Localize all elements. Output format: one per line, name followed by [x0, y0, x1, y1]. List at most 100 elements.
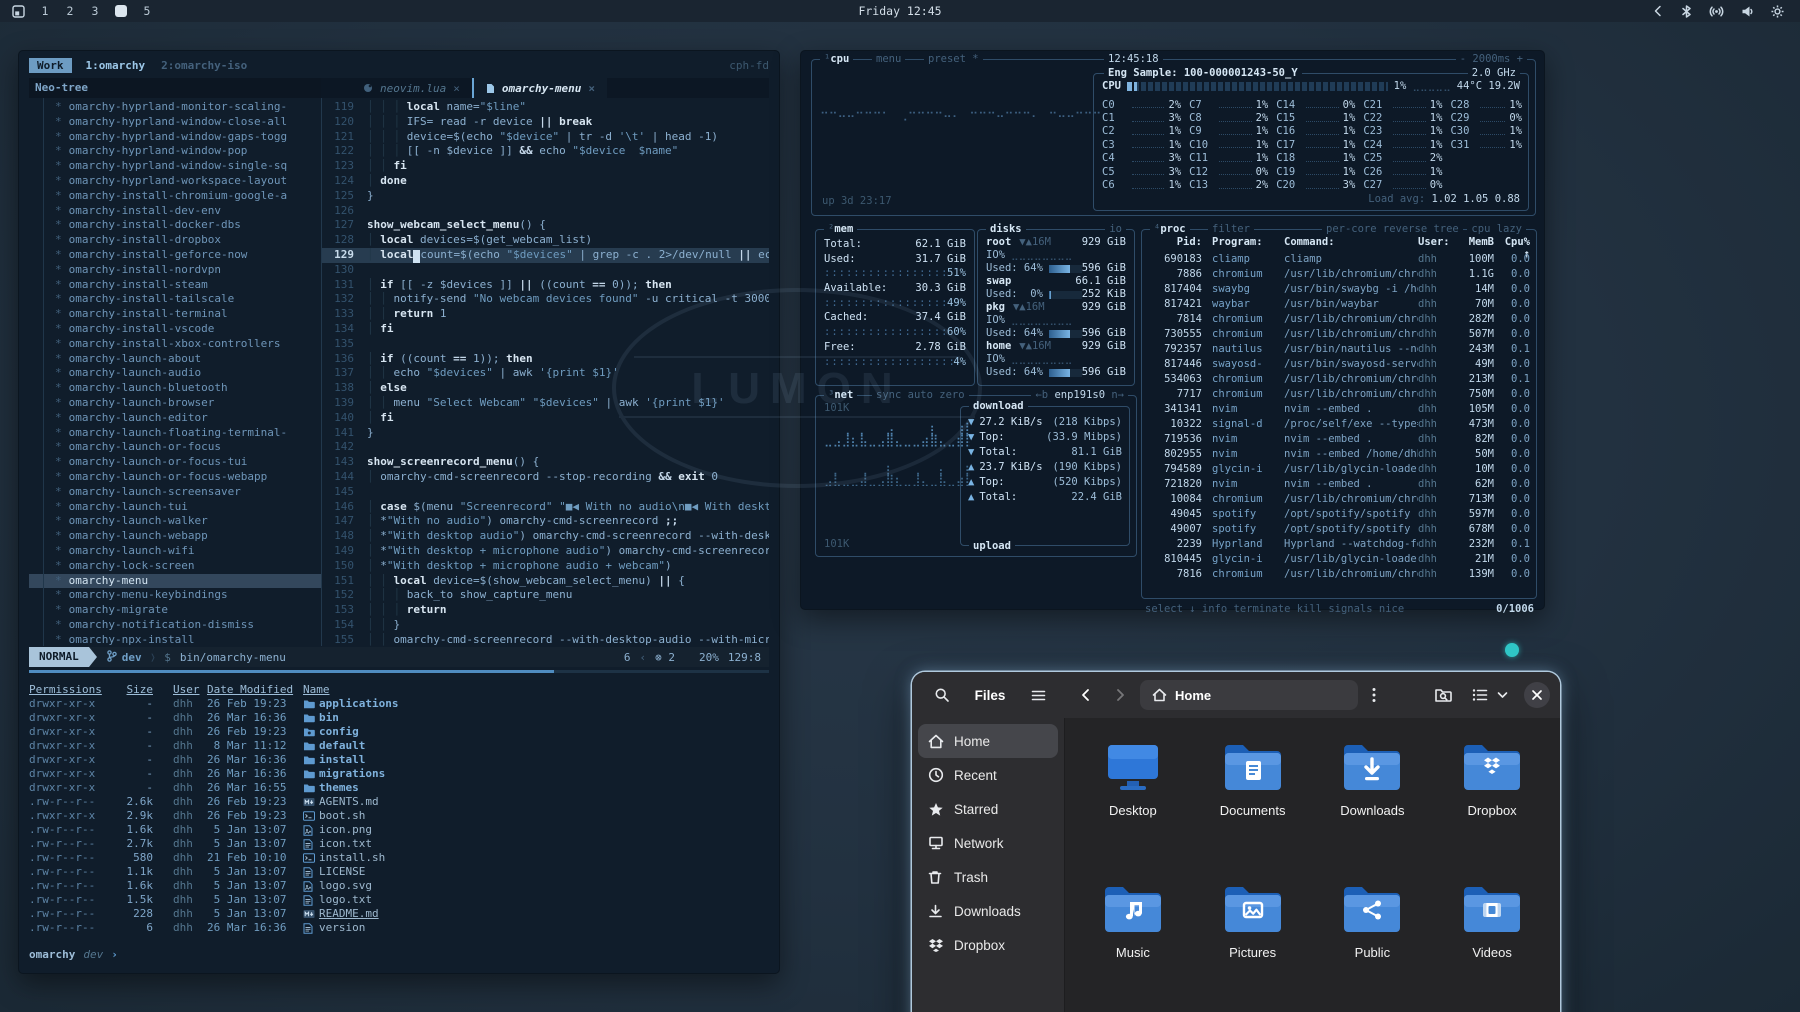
sidebar-item[interactable]: Trash [918, 860, 1058, 894]
process-row[interactable]: 802955 nvim nvim --embed /home/dhh dhh 5… [1150, 447, 1530, 462]
forward-button[interactable] [1106, 681, 1134, 709]
file-tree-item[interactable]: *omarchy-hyprland-window-gaps-togg [29, 130, 321, 145]
process-row[interactable]: 534063 chromium /usr/lib/chromium/chro d… [1150, 372, 1530, 387]
proc-option-buttons[interactable]: per-core reverse tree [1322, 223, 1463, 235]
wifi-icon[interactable] [1709, 5, 1724, 18]
search-icon[interactable] [928, 681, 956, 709]
editor-tab[interactable]: omarchy-menu × [472, 78, 607, 98]
file-tree-item[interactable]: *omarchy-launch-screensaver [29, 485, 321, 500]
process-row[interactable]: 10084 chromium /usr/lib/chromium/chro dh… [1150, 492, 1530, 507]
hamburger-icon[interactable] [1024, 681, 1052, 709]
grid-item[interactable]: Dropbox [1432, 728, 1552, 842]
process-row[interactable]: 792357 nautilus /usr/bin/nautilus --ne d… [1150, 342, 1530, 357]
file-tree-item[interactable]: *omarchy-install-steam [29, 278, 321, 293]
btop-action-hints[interactable]: select ↓ info terminate kill signals nic… [1145, 603, 1404, 615]
process-row[interactable]: 7816 chromium /usr/lib/chromium/chro dhh… [1150, 567, 1530, 582]
file-tree-item[interactable]: *omarchy-hyprland-monitor-scaling- [29, 100, 321, 115]
file-tree-item[interactable]: *omarchy-npx-install [29, 633, 321, 648]
tmux-window-tab[interactable]: 2:omarchy-iso [161, 59, 247, 72]
file-tree-item[interactable]: *omarchy-notification-dismiss [29, 618, 321, 633]
file-tree-item[interactable]: *omarchy-hyprland-window-pop [29, 144, 321, 159]
file-tree-item[interactable]: *omarchy-launch-browser [29, 396, 321, 411]
update-interval[interactable]: - 2000ms + [1456, 53, 1527, 65]
io-mode-button[interactable]: io [1105, 223, 1126, 235]
process-row[interactable]: 7717 chromium /usr/lib/chromium/chro dhh… [1150, 387, 1530, 402]
file-tree-item[interactable]: *omarchy-install-vscode [29, 322, 321, 337]
chevron-left-icon[interactable] [1652, 5, 1664, 17]
process-row[interactable]: 817404 swaybg /usr/bin/swaybg -i /ho dhh… [1150, 282, 1530, 297]
file-tree-item[interactable]: *omarchy-launch-audio [29, 366, 321, 381]
shell-prompt[interactable]: omarchy dev › [29, 948, 769, 961]
breadcrumb[interactable]: Home [1140, 680, 1358, 710]
grid-item[interactable]: Documents [1193, 728, 1313, 842]
sidebar-item[interactable]: Recent [918, 758, 1058, 792]
sidebar-item[interactable]: Downloads [918, 894, 1058, 928]
file-tree-item[interactable]: *omarchy-install-dev-env [29, 204, 321, 219]
file-tree-item[interactable]: *omarchy-launch-floating-terminal- [29, 426, 321, 441]
file-tree-item[interactable]: *omarchy-install-terminal [29, 307, 321, 322]
process-row[interactable]: 10322 signal-d /proc/self/exe --type= dh… [1150, 417, 1530, 432]
file-tree-item[interactable]: *omarchy-launch-tui [29, 500, 321, 515]
process-row[interactable]: 7814 chromium /usr/lib/chromium/chro dhh… [1150, 312, 1530, 327]
file-tree-item[interactable]: *omarchy-install-geforce-now [29, 248, 321, 263]
file-tree-item[interactable]: *omarchy-migrate [29, 603, 321, 618]
proc-filter-button[interactable]: filter [1208, 223, 1254, 235]
btop-preset-button[interactable]: preset * [924, 53, 983, 65]
net-option-buttons[interactable]: sync auto zero [872, 389, 969, 401]
process-row[interactable]: 341341 nvim nvim --embed . dhh 105M 0.0 [1150, 402, 1530, 417]
process-row[interactable]: 730555 chromium /usr/lib/chromium/chro d… [1150, 327, 1530, 342]
process-row[interactable]: 49045 spotify /opt/spotify/spotify - dhh… [1150, 507, 1530, 522]
sidebar-item[interactable]: Dropbox [918, 928, 1058, 962]
process-row[interactable]: 794589 glycin-i /usr/lib/glycin-loader d… [1150, 462, 1530, 477]
file-tree-item[interactable]: *omarchy-hyprland-window-close-all [29, 115, 321, 130]
process-row[interactable]: 690183 cliamp cliamp dhh 100M 0.0 [1150, 252, 1530, 267]
tab-close-icon[interactable]: × [453, 82, 460, 95]
pane-divider[interactable] [29, 670, 769, 673]
file-tree-item[interactable]: *omarchy-launch-walker [29, 514, 321, 529]
list-view-toggle[interactable] [1466, 681, 1494, 709]
grid-item[interactable]: Downloads [1313, 728, 1433, 842]
file-tree-item[interactable]: *omarchy-menu-keybindings [29, 588, 321, 603]
process-row[interactable]: 817421 waybar /usr/bin/waybar dhh 70M 0.… [1150, 297, 1530, 312]
file-tree-item[interactable]: *omarchy-hyprland-window-single-sq [29, 159, 321, 174]
file-tree-item[interactable]: *omarchy-launch-bluetooth [29, 381, 321, 396]
tmux-session-badge[interactable]: Work [29, 58, 72, 73]
file-tree-item[interactable]: *omarchy-install-tailscale [29, 292, 321, 307]
file-tree-item[interactable]: *omarchy-install-docker-dbs [29, 218, 321, 233]
back-button[interactable] [1072, 681, 1100, 709]
search-folder-icon[interactable] [1430, 681, 1458, 709]
file-tree-item[interactable]: *omarchy-launch-editor [29, 411, 321, 426]
process-row[interactable]: 810445 glycin-i /usr/lib/glycin-loader d… [1150, 552, 1530, 567]
kebab-menu-icon[interactable] [1360, 681, 1388, 709]
process-row[interactable]: 2239 Hyprland Hyprland --watchdog-fd dhh… [1150, 537, 1530, 552]
file-tree-item[interactable]: *omarchy-launch-or-focus-webapp [29, 470, 321, 485]
settings-icon[interactable] [1771, 5, 1784, 18]
sidebar-item[interactable]: Starred [918, 792, 1058, 826]
file-tree-item[interactable]: *omarchy-launch-wifi [29, 544, 321, 559]
file-tree-item[interactable]: *omarchy-menu [29, 574, 321, 589]
file-tree-item[interactable]: *omarchy-install-dropbox [29, 233, 321, 248]
tab-close-icon[interactable]: × [588, 82, 595, 95]
process-row[interactable]: 817446 swayosd- /usr/bin/swayosd-serve d… [1150, 357, 1530, 372]
grid-item[interactable]: Music [1073, 870, 1193, 984]
file-tree-item[interactable]: *omarchy-install-xbox-controllers [29, 337, 321, 352]
process-row[interactable]: 49007 spotify /opt/spotify/spotify dhh 6… [1150, 522, 1530, 537]
grid-item[interactable]: Public [1313, 870, 1433, 984]
file-tree-item[interactable]: *omarchy-launch-webapp [29, 529, 321, 544]
file-tree-item[interactable]: *omarchy-launch-about [29, 352, 321, 367]
volume-icon[interactable] [1741, 5, 1754, 18]
file-tree-item[interactable]: *omarchy-launch-or-focus [29, 440, 321, 455]
tmux-window-tab[interactable]: 1:omarchy [86, 59, 146, 72]
proc-sort-buttons[interactable]: cpu lazy [1467, 223, 1526, 235]
grid-item[interactable]: Desktop [1073, 728, 1193, 842]
close-button[interactable] [1524, 682, 1550, 708]
bluetooth-icon[interactable] [1681, 5, 1692, 18]
grid-item[interactable]: Pictures [1193, 870, 1313, 984]
file-tree-item[interactable]: *omarchy-install-nordvpn [29, 263, 321, 278]
process-row[interactable]: 721820 nvim nvim --embed . dhh 62M 0.0 [1150, 477, 1530, 492]
file-tree-item[interactable]: *omarchy-install-chromium-google-a [29, 189, 321, 204]
editor-tab[interactable]: neovim.lua × [351, 78, 472, 98]
grid-item[interactable]: Videos [1432, 870, 1552, 984]
net-device-switcher[interactable]: ←b enp191s0 n→ [1031, 389, 1128, 401]
process-row[interactable]: 719536 nvim nvim --embed . dhh 82M 0.0 [1150, 432, 1530, 447]
